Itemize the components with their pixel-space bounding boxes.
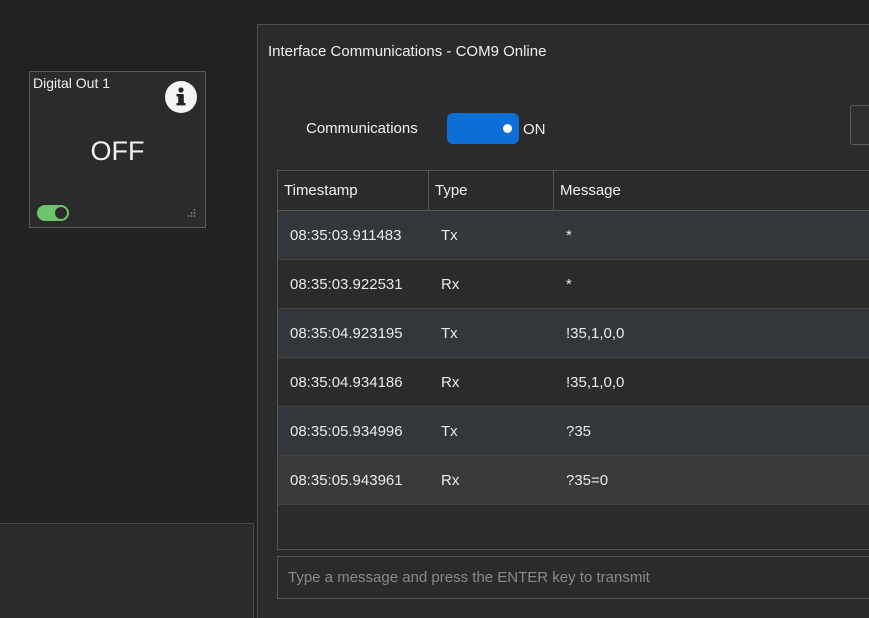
lower-panel: [0, 523, 254, 618]
cell-timestamp: 08:35:04.934186: [290, 374, 403, 391]
column-header-message[interactable]: Message: [554, 171, 869, 210]
cell-timestamp: 08:35:05.934996: [290, 423, 403, 440]
tile-title: Digital Out 1: [33, 75, 111, 91]
table-row[interactable]: 08:35:04.923195 Tx !35,1,0,0: [278, 309, 869, 358]
cell-message: *: [566, 276, 572, 293]
table-header: Timestamp Type Message: [278, 171, 869, 211]
table-row[interactable]: 08:35:04.934186 Rx !35,1,0,0: [278, 358, 869, 407]
info-icon[interactable]: [165, 81, 197, 113]
cell-timestamp: 08:35:03.911483: [290, 227, 402, 244]
cell-message: *: [566, 227, 572, 244]
table-row[interactable]: 08:35:05.934996 Tx ?35: [278, 407, 869, 456]
side-button[interactable]: [850, 105, 869, 145]
cell-timestamp: 08:35:03.922531: [290, 276, 403, 293]
communications-toggle[interactable]: [447, 113, 519, 144]
cell-type: Rx: [441, 472, 460, 489]
message-log-table: Timestamp Type Message 08:35:03.911483 T…: [277, 170, 869, 550]
column-header-type[interactable]: Type: [429, 171, 554, 210]
communications-state: ON: [523, 121, 546, 138]
cell-timestamp: 08:35:04.923195: [290, 325, 403, 342]
table-row[interactable]: 08:35:03.911483 Tx *: [278, 211, 869, 260]
output-toggle[interactable]: [37, 205, 69, 221]
interface-communications-dialog: Interface Communications - COM9 Online C…: [257, 24, 869, 618]
message-input[interactable]: [277, 556, 869, 599]
table-row[interactable]: 08:35:03.922531 Rx *: [278, 260, 869, 309]
toggle-knob: [503, 124, 512, 133]
communications-label: Communications: [306, 120, 418, 137]
toggle-knob: [55, 207, 67, 219]
cell-type: Rx: [441, 276, 460, 293]
column-header-timestamp[interactable]: Timestamp: [278, 171, 429, 210]
dialog-title: Interface Communications - COM9 Online: [268, 43, 547, 60]
table-row[interactable]: 08:35:05.943961 Rx ?35=0: [278, 456, 869, 505]
resize-grip-icon[interactable]: [186, 208, 196, 218]
output-state: OFF: [90, 136, 145, 166]
cell-type: Rx: [441, 374, 460, 391]
cell-type: Tx: [441, 227, 458, 244]
table-body: 08:35:03.911483 Tx * 08:35:03.922531 Rx …: [278, 211, 869, 505]
cell-type: Tx: [441, 423, 458, 440]
cell-message: ?35: [566, 423, 592, 440]
cell-timestamp: 08:35:05.943961: [290, 472, 403, 489]
cell-type: Tx: [441, 325, 458, 342]
cell-message: !35,1,0,0: [566, 325, 625, 342]
digital-out-tile[interactable]: Digital Out 1 OFF: [29, 71, 206, 228]
cell-message: ?35=0: [566, 472, 609, 489]
cell-message: !35,1,0,0: [566, 374, 625, 391]
